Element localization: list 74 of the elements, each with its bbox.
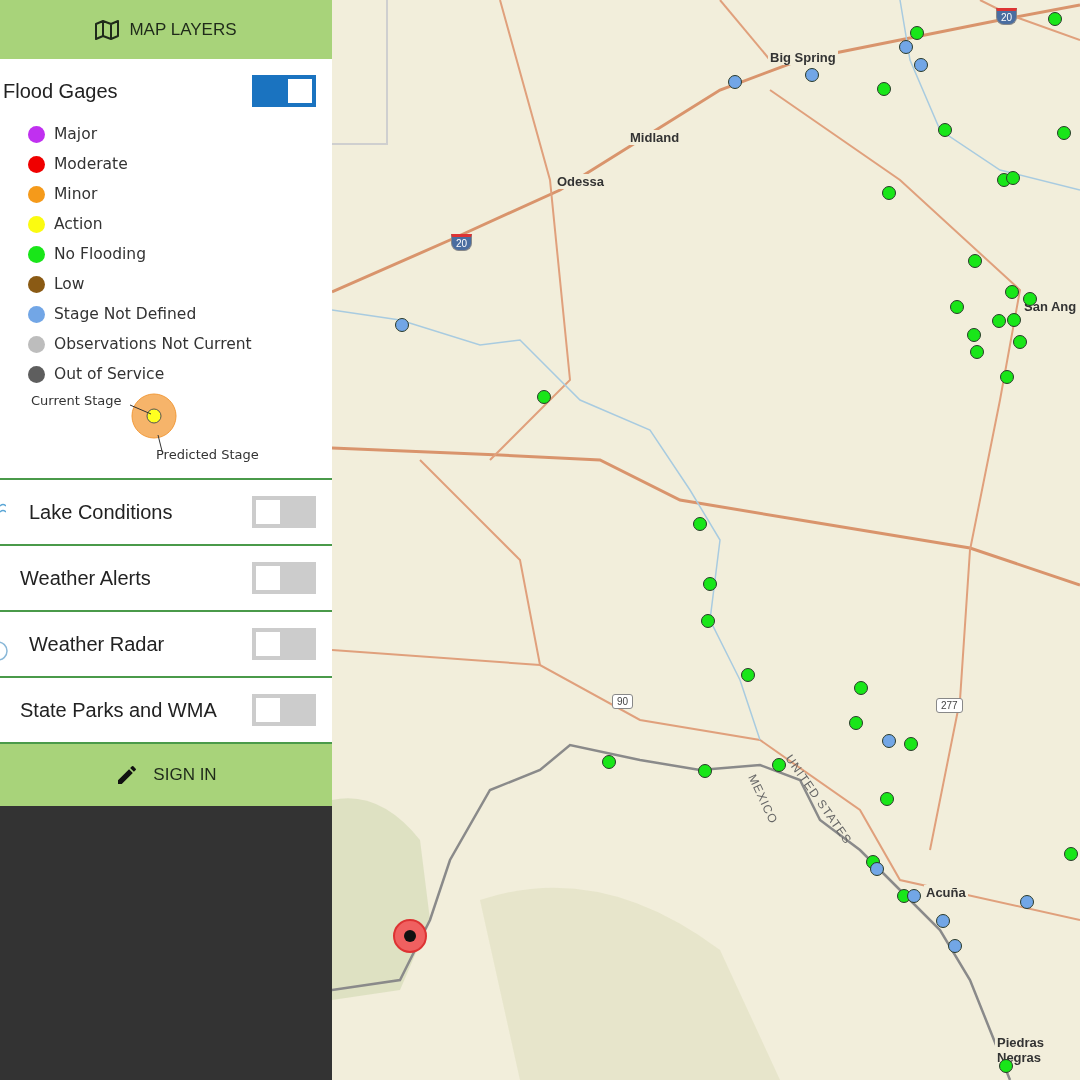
gage-marker[interactable] — [936, 914, 950, 928]
legend-label: Observations Not Current — [54, 335, 252, 353]
gage-marker[interactable] — [1057, 126, 1071, 140]
gage-marker[interactable] — [882, 734, 896, 748]
gage-marker[interactable] — [1048, 12, 1062, 26]
predicted-stage-label: Predicted Stage — [156, 447, 259, 462]
layer-title: Flood Gages — [3, 79, 118, 103]
city-label: Midland — [628, 130, 682, 145]
map-layers-title: MAP LAYERS — [129, 19, 237, 40]
layer-title: Lake Conditions — [29, 500, 173, 524]
gage-marker[interactable] — [967, 328, 981, 342]
gage-marker[interactable] — [950, 300, 964, 314]
gage-marker[interactable] — [698, 764, 712, 778]
gage-marker[interactable] — [1005, 285, 1019, 299]
gage-marker[interactable] — [1000, 370, 1014, 384]
highway-shield: 20 — [451, 234, 473, 251]
layer-title: Weather Alerts — [20, 566, 151, 590]
gage-marker[interactable] — [914, 58, 928, 72]
gage-marker[interactable] — [880, 792, 894, 806]
highway-shield: 20 — [996, 8, 1018, 25]
city-label: Big Spring — [768, 50, 838, 65]
gage-marker[interactable] — [870, 862, 884, 876]
legend-label: Low — [54, 275, 85, 293]
sign-in-button[interactable]: SIGN IN — [0, 742, 332, 806]
gage-marker[interactable] — [728, 75, 742, 89]
gage-marker[interactable] — [703, 577, 717, 591]
gage-marker[interactable] — [992, 314, 1006, 328]
layer-toggle[interactable] — [252, 562, 316, 594]
gage-marker[interactable] — [849, 716, 863, 730]
gage-marker[interactable] — [602, 755, 616, 769]
legend-label: Moderate — [54, 155, 128, 173]
legend-label: Action — [54, 215, 103, 233]
highway-shield: 277 — [936, 698, 963, 713]
layer-toggle[interactable] — [252, 694, 316, 726]
gage-marker[interactable] — [741, 668, 755, 682]
current-stage-label: Current Stage — [31, 393, 122, 408]
map-icon — [95, 19, 120, 40]
legend-label: Stage Not Defined — [54, 305, 197, 323]
gage-marker[interactable] — [693, 517, 707, 531]
gage-marker[interactable] — [1013, 335, 1027, 349]
gage-marker[interactable] — [907, 889, 921, 903]
gage-marker[interactable] — [1064, 847, 1078, 861]
legend-label: Major — [54, 125, 98, 143]
highway-shield: 90 — [612, 694, 634, 709]
gage-marker[interactable] — [882, 186, 896, 200]
gage-marker[interactable] — [899, 40, 913, 54]
layer-toggle[interactable] — [252, 75, 316, 107]
location-pin-icon[interactable] — [392, 918, 428, 954]
gage-marker[interactable] — [897, 889, 911, 903]
gage-marker[interactable] — [970, 345, 984, 359]
legend-label: Minor — [54, 185, 98, 203]
gage-marker[interactable] — [537, 390, 551, 404]
gage-marker[interactable] — [772, 758, 786, 772]
city-label: Odessa — [555, 174, 606, 189]
gage-marker[interactable] — [395, 318, 409, 332]
gage-marker[interactable] — [1020, 895, 1034, 909]
gage-marker[interactable] — [948, 939, 962, 953]
layer-title: State Parks and WMA — [20, 698, 217, 722]
gage-marker[interactable] — [1007, 313, 1021, 327]
gage-marker[interactable] — [805, 68, 819, 82]
gage-marker[interactable] — [968, 254, 982, 268]
layer-toggle[interactable] — [252, 496, 316, 528]
city-label: Acuña — [924, 885, 968, 900]
gage-marker[interactable] — [701, 614, 715, 628]
gage-marker[interactable] — [854, 681, 868, 695]
gage-marker[interactable] — [1006, 171, 1020, 185]
gage-marker[interactable] — [938, 123, 952, 137]
gage-marker[interactable] — [877, 82, 891, 96]
gage-marker[interactable] — [910, 26, 924, 40]
layer-toggle[interactable] — [252, 628, 316, 660]
gage-marker[interactable] — [904, 737, 918, 751]
legend-label: No Flooding — [54, 245, 146, 263]
legend-label: Out of Service — [54, 365, 165, 383]
layer-title: Weather Radar — [29, 632, 165, 656]
